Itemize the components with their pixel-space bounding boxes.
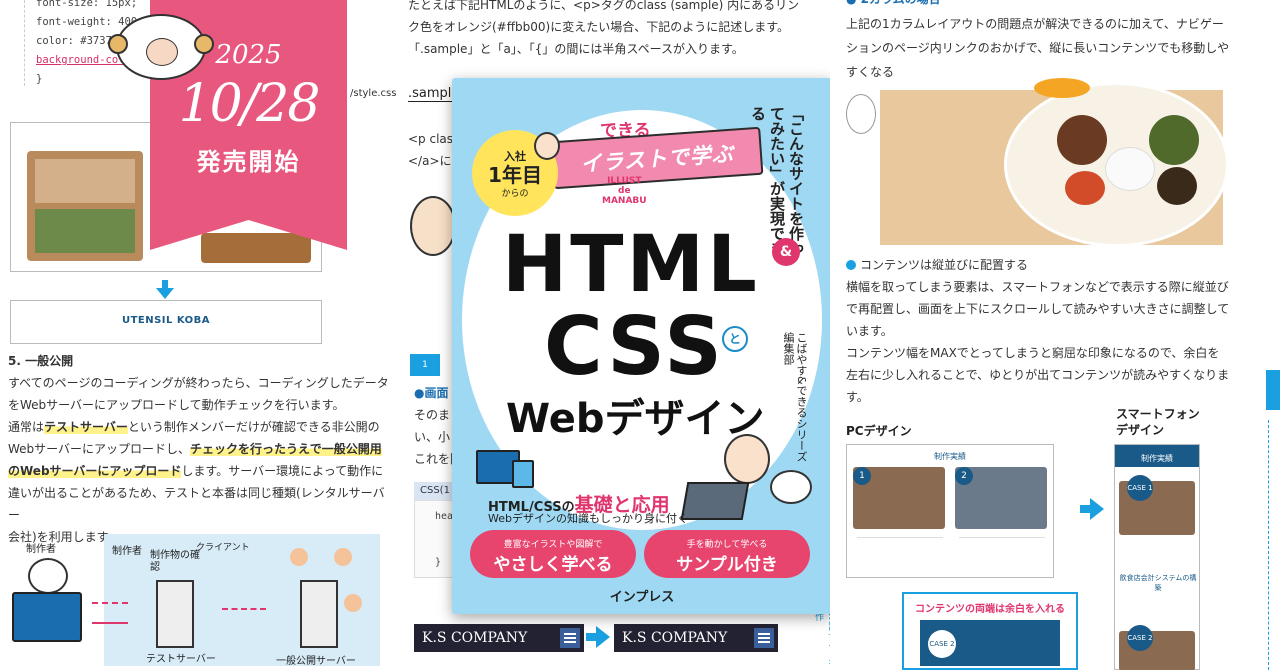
margin-callout: コンテンツの両端は余白を入れる CASE 2 [902,592,1078,670]
food-item [1157,167,1197,205]
book-cover: できる イラストで学ぶ 入社 1年目 からの ILLUST de MANABU … [452,78,832,614]
sp-design-mockup: 制作実績 CASE 1 飲食店会計システムの構築 CASE 2 [1114,444,1200,670]
sheep-icon [770,470,812,504]
bullet-heading: コンテンツは縦並びに配置する [846,254,1028,276]
seal-logo [846,94,876,134]
section-heading: 5. 一般公開 [8,354,74,368]
cover-subtitle-2: Webデザインの知識もしっかり身に付く [488,512,688,525]
rice-ball [1105,147,1155,191]
client-label: クライアント [196,543,250,553]
hamburger-menu-icon [560,628,580,648]
release-label: 発売開始 [196,148,301,176]
title-css: CSS [544,300,725,393]
bullet-text: ●画面 [414,386,449,400]
shop-photo-1 [27,151,143,261]
food-item [1149,115,1199,165]
shop-photo-2 [201,233,311,263]
page-edge [1268,420,1274,670]
food-item [1057,115,1107,165]
title-html: HTML [502,220,760,310]
bullet-icon [846,260,856,270]
case-badge: CASE 2 [1127,625,1153,651]
public-server-icon [300,580,338,648]
user-icon [344,594,362,612]
p-class-text: <p clas [408,132,454,146]
section-body: すべてのページのコーディングが終わったら、コーディングしたデータ をWebサーバ… [8,376,389,544]
screenshot-title-2: UTENSIL KOBA [121,315,211,326]
plate [1004,82,1229,247]
chapter-tag: 1 [410,354,440,376]
character-icon [410,196,456,256]
server-diagram: 制作者 制作者 制作物の確認 クライアント テストサーバー 一般公開サーバー [0,530,400,670]
feature-pill-sample: 手を動かして学べる サンプル付き [644,530,810,578]
arrow-right-icon [92,602,128,604]
test-server-icon [156,580,194,648]
character-icon [724,434,770,484]
pc-design-label: PCデザイン [846,424,912,438]
style-css-label: /style.css [350,88,397,99]
ks-header-after: K.S COMPANY [614,624,778,652]
public-server-label: 一般公開サーバー [276,656,356,667]
pc-design-mockup: 制作実績 1 2 [846,444,1054,578]
title-web-design: Webデザイン [506,396,765,442]
user-icon [334,548,352,566]
right-arrow-icon [586,626,610,648]
ampersand-badge: & [772,238,800,266]
hamburger-menu-icon [754,628,774,648]
publisher: インプレス [609,590,675,605]
sp-caption: 飲食店会計システムの構築 [1119,574,1197,592]
creator-label: 制作者 [26,544,56,555]
creator-label-2: 制作者 [112,546,142,557]
down-arrow-icon [156,280,174,299]
food-item [1034,78,1090,98]
sheep-icon [28,558,68,594]
author: こばやす&できるシリーズ編集部 [782,332,808,462]
check-label: 制作物の確認 [150,550,200,573]
release-date: 10/28 [178,74,321,134]
ks-header-before: K.S COMPANY [414,624,584,652]
vertical-page-text: Webサイトを作 [813,612,830,668]
illust-de-manabu: ILLUST de MANABU [602,176,647,206]
feature-pill-easy: 豊富なイラストや図解で やさしく学べる [470,530,636,578]
laptop-icon [680,482,750,520]
site-screenshot-2: UTENSIL KOBA [10,300,322,344]
arrow-right-icon-2 [222,608,266,610]
middle-intro: たとえば下記HTMLのように、<p>タグのclass (sample) 内にある… [408,0,800,56]
right-arrow-icon [1080,498,1104,520]
to-badge: と [722,326,748,352]
right-body: 横幅を取ってしまう要素は、スマートフォンなどで表示する際に縦並び で再配置し、画… [846,280,1230,404]
sheep-mascot-icon [108,14,214,80]
sp-design-label: スマートフォン デザイン [1116,407,1200,437]
monitor-icon [12,592,82,642]
a-close-text: </a>に [408,154,452,168]
user-icon [290,548,308,566]
arrow-left-icon [92,622,128,624]
side-tab [1266,370,1280,410]
test-server-label: テストサーバー [146,654,216,665]
character-face-icon [534,132,560,160]
case-badge: CASE 1 [1127,475,1153,501]
food-item [1065,171,1105,205]
right-intro: 上記の1カラムレイアウトの問題点が解決できるのに加えて、ナビゲー ションのページ… [846,17,1230,79]
phone-icon [512,460,534,488]
right-top-heading: ● 2カラムの場合 [846,0,941,10]
